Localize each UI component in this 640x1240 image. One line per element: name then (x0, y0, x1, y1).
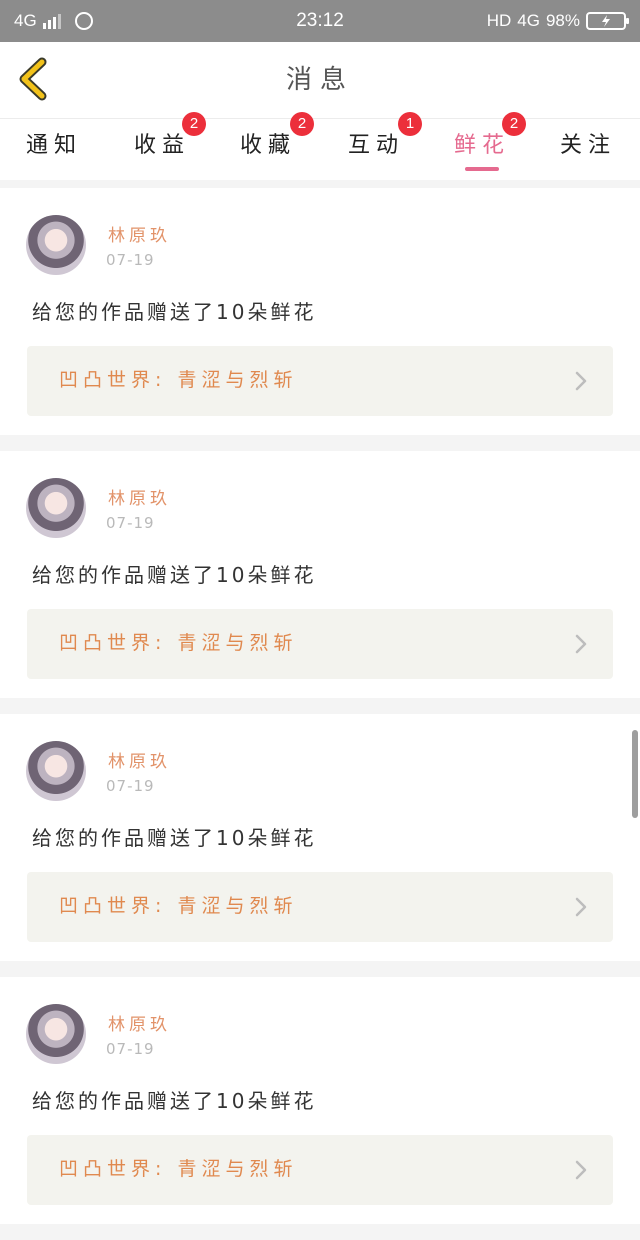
tab-label: 关注 (559, 133, 616, 158)
sender-name[interactable]: 林原玖 (108, 221, 171, 246)
tab-flowers[interactable]: 鲜花 2 (432, 112, 532, 180)
scrollbar[interactable] (632, 730, 638, 818)
battery-icon (586, 12, 629, 30)
chevron-right-icon (575, 371, 587, 391)
unread-badge: 2 (502, 112, 526, 136)
tab-earnings[interactable]: 收益 2 (112, 112, 212, 180)
tab-following[interactable]: 关注 (538, 119, 638, 180)
bolt-icon (602, 15, 610, 27)
message-text: 给您的作品赠送了10朵鲜花 (32, 1089, 317, 1113)
sender-name[interactable]: 林原玖 (108, 484, 171, 509)
work-link[interactable]: 凹凸世界: 青涩与烈斩 (27, 872, 613, 942)
work-title: 凹凸世界: 青涩与烈斩 (59, 1158, 298, 1180)
message-card: 林原玖 07-19 给您的作品赠送了10朵鲜花 凹凸世界: 青涩与烈斩 (0, 714, 640, 961)
tab-label: 通知 (25, 133, 82, 158)
unread-badge: 2 (182, 112, 206, 136)
status-bar: 4G 23:12 HD 4G 98% (0, 0, 640, 42)
work-title: 凹凸世界: 青涩与烈斩 (59, 632, 298, 654)
page-title: 消息 (285, 65, 354, 95)
sender-name[interactable]: 林原玖 (108, 1010, 171, 1035)
tab-notifications[interactable]: 通知 (4, 119, 104, 180)
message-list: 林原玖 07-19 给您的作品赠送了10朵鲜花 凹凸世界: 青涩与烈斩 林原玖 … (0, 188, 640, 1240)
work-title: 凹凸世界: 青涩与烈斩 (59, 895, 298, 917)
header-bar: 消息 (0, 42, 640, 119)
status-right: HD 4G 98% (486, 0, 629, 42)
sender-name[interactable]: 林原玖 (108, 747, 171, 772)
hd-label: HD (486, 11, 512, 30)
avatar[interactable] (26, 215, 86, 275)
message-date: 07-19 (106, 1040, 155, 1058)
message-text: 给您的作品赠送了10朵鲜花 (32, 300, 317, 324)
battery-percent: 98% (545, 11, 580, 30)
network-type-label-right: 4G (517, 11, 540, 30)
unread-badge: 1 (398, 112, 422, 136)
avatar[interactable] (26, 1004, 86, 1064)
message-card: 林原玖 07-19 给您的作品赠送了10朵鲜花 凹凸世界: 青涩与烈斩 (0, 977, 640, 1224)
message-date: 07-19 (106, 514, 155, 532)
work-link[interactable]: 凹凸世界: 青涩与烈斩 (27, 346, 613, 416)
work-title: 凹凸世界: 青涩与烈斩 (59, 369, 298, 391)
message-card: 林原玖 07-19 给您的作品赠送了10朵鲜花 凹凸世界: 青涩与烈斩 (0, 188, 640, 435)
tab-interactions[interactable]: 互动 1 (326, 112, 426, 180)
chevron-right-icon (575, 634, 587, 654)
message-text: 给您的作品赠送了10朵鲜花 (32, 826, 317, 850)
avatar[interactable] (26, 478, 86, 538)
chevron-right-icon (575, 897, 587, 917)
chevron-right-icon (575, 1160, 587, 1180)
work-link[interactable]: 凹凸世界: 青涩与烈斩 (27, 609, 613, 679)
message-text: 给您的作品赠送了10朵鲜花 (32, 563, 317, 587)
tab-favorites[interactable]: 收藏 2 (218, 112, 318, 180)
tab-bar: 通知 收益 2 收藏 2 互动 1 鲜花 2 关注 (0, 112, 640, 180)
message-card: 林原玖 07-19 给您的作品赠送了10朵鲜花 凹凸世界: 青涩与烈斩 (0, 451, 640, 698)
avatar[interactable] (26, 741, 86, 801)
message-date: 07-19 (106, 777, 155, 795)
active-tab-indicator (465, 167, 499, 171)
work-link[interactable]: 凹凸世界: 青涩与烈斩 (27, 1135, 613, 1205)
message-date: 07-19 (106, 251, 155, 269)
unread-badge: 2 (290, 112, 314, 136)
